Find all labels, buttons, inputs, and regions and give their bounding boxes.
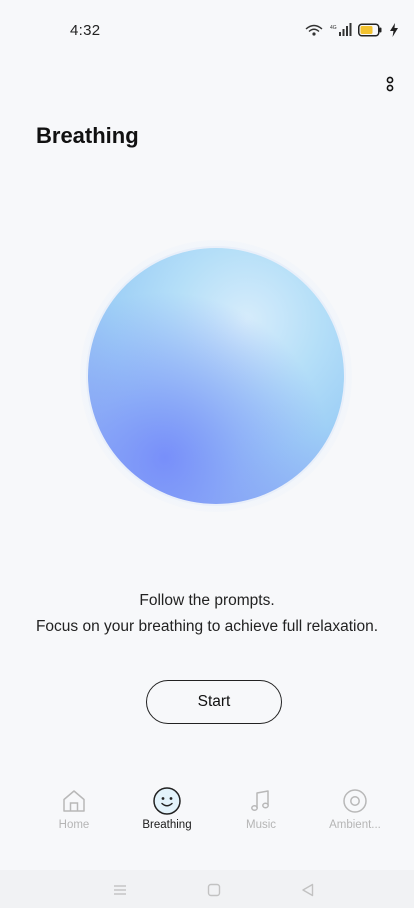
ambient-icon <box>340 786 370 816</box>
status-icons: 4G <box>304 22 398 38</box>
system-menu-button[interactable] <box>111 881 129 899</box>
page-title: Breathing <box>36 123 139 148</box>
prompt-text-line-1: Follow the prompts. <box>139 592 275 609</box>
nav-label-home: Home <box>58 819 90 831</box>
more-vertical-icon <box>380 76 400 102</box>
nav-item-ambient[interactable]: Ambient... <box>310 778 400 842</box>
bottom-nav: Home Breathing Music Ambient... <box>0 778 414 842</box>
nav-item-breathing[interactable]: Breathing <box>122 778 212 842</box>
nav-label-breathing: Breathing <box>142 819 192 831</box>
svg-text:4G: 4G <box>330 25 337 31</box>
start-button[interactable]: Start <box>146 680 282 724</box>
music-note-icon <box>246 786 276 816</box>
nav-item-home[interactable]: Home <box>29 778 119 842</box>
menu-icon <box>111 885 129 903</box>
orb-sphere <box>88 248 344 504</box>
wifi-icon <box>304 23 324 37</box>
prompt-text-line-2: Focus on your breathing to achieve full … <box>35 618 379 635</box>
system-nav-bar <box>0 870 414 908</box>
system-back-button[interactable] <box>299 881 317 899</box>
system-home-button[interactable] <box>205 881 223 899</box>
back-triangle-icon <box>299 883 317 903</box>
home-icon <box>59 786 89 816</box>
smiley-icon <box>152 786 182 816</box>
home-square-icon <box>205 883 223 903</box>
nav-label-ambient: Ambient... <box>329 819 381 831</box>
status-bar: 4:32 4G <box>0 0 414 60</box>
status-time: 4:32 <box>70 22 101 39</box>
nav-label-music: Music <box>245 819 277 831</box>
nav-item-music[interactable]: Music <box>216 778 306 842</box>
charging-icon <box>390 23 398 37</box>
more-options-button[interactable] <box>380 72 400 98</box>
signal-icon: 4G <box>330 23 352 37</box>
breathing-orb <box>80 240 352 512</box>
battery-icon <box>358 23 384 37</box>
